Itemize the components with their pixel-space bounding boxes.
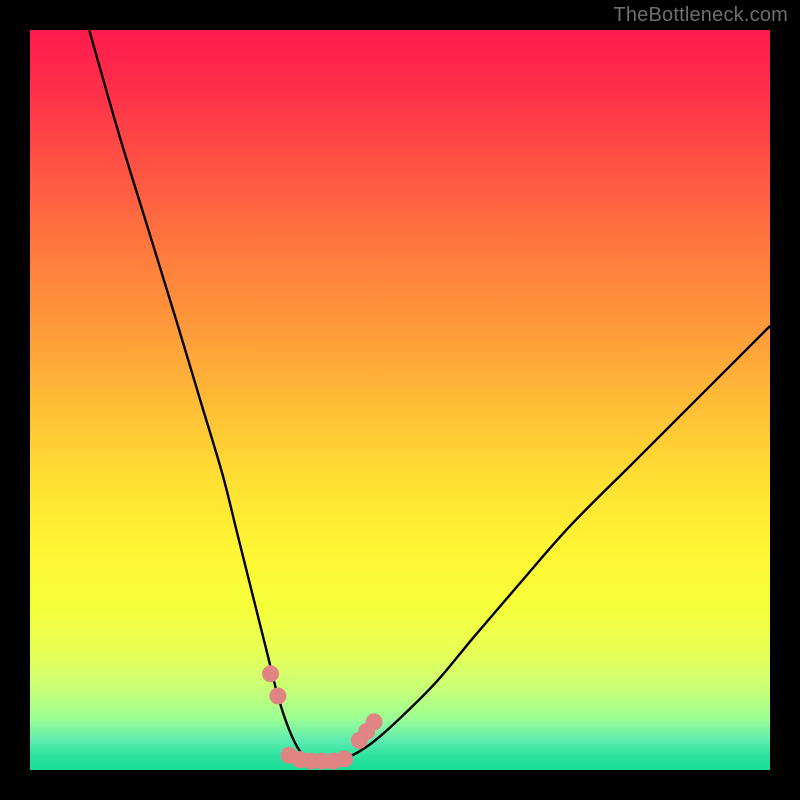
marker-point — [262, 665, 279, 682]
marker-point — [366, 713, 383, 730]
outer-frame: TheBottleneck.com — [0, 0, 800, 800]
chart-svg — [30, 30, 770, 770]
highlight-markers — [262, 665, 383, 769]
watermark-text: TheBottleneck.com — [613, 4, 788, 27]
bottleneck-curve — [89, 30, 770, 763]
plot-area — [30, 30, 770, 770]
marker-point — [336, 750, 353, 767]
marker-point — [269, 688, 286, 705]
